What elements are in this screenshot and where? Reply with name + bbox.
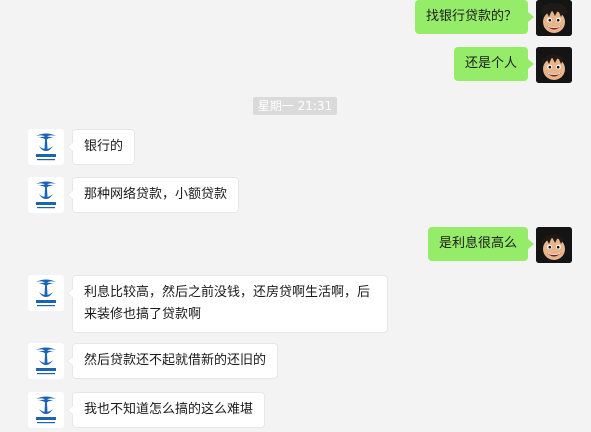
message-row: 然后贷款还不起就借新的还旧的 [0, 343, 591, 379]
anime-face-icon [536, 227, 572, 263]
message-row: 利息比较高，然后之前没钱，还房贷啊生活啊，后来装修也搞了贷款啊 [0, 275, 591, 333]
message-bubble-other[interactable]: 利息比较高，然后之前没钱，还房贷啊生活啊，后来装修也搞了贷款啊 [67, 275, 388, 333]
message-bubble-self[interactable]: 找银行贷款的？ [414, 0, 535, 34]
message-text: 我也不知道怎么搞的这么难堪 [84, 402, 254, 417]
message-text: 利息比较高，然后之前没钱，还房贷啊生活啊，后来装修也搞了贷款啊 [84, 285, 371, 322]
anime-face-icon [536, 0, 572, 36]
china-telecom-logo-icon [28, 343, 64, 379]
timestamp: 星期一 21:31 [252, 97, 338, 115]
message-text: 是利息很高么 [438, 236, 517, 251]
message-text: 还是个人 [464, 56, 517, 71]
anime-face-icon [536, 47, 572, 83]
anime-avatar[interactable] [536, 227, 572, 263]
message-row: 找银行贷款的？ [0, 0, 591, 36]
china-telecom-avatar[interactable] [28, 343, 64, 379]
message-text: 那种网络贷款，小额贷款 [84, 187, 228, 202]
message-row: 银行的 [0, 129, 591, 165]
timestamp-row: 星期一 21:31 [0, 97, 591, 115]
china-telecom-logo-icon [28, 177, 64, 213]
china-telecom-avatar[interactable] [28, 177, 64, 213]
message-bubble-other[interactable]: 我也不知道怎么搞的这么难堪 [66, 392, 266, 428]
message-text: 然后贷款还不起就借新的还旧的 [84, 353, 267, 368]
message-bubble-other[interactable]: 那种网络贷款，小额贷款 [66, 177, 240, 213]
message-bubble-other[interactable]: 然后贷款还不起就借新的还旧的 [66, 343, 279, 379]
message-row: 是利息很高么 [0, 227, 591, 263]
china-telecom-avatar[interactable] [28, 392, 64, 428]
message-text: 银行的 [84, 139, 124, 154]
chat-message-area[interactable]: 找银行贷款的？ 还是个人 星期一 21:31 银行的 那种网络贷款，小额贷款 是… [0, 0, 591, 432]
message-row: 还是个人 [0, 47, 591, 83]
message-row: 我也不知道怎么搞的这么难堪 [0, 392, 591, 428]
china-telecom-logo-icon [28, 275, 64, 311]
anime-avatar[interactable] [536, 0, 572, 36]
china-telecom-logo-icon [28, 129, 64, 165]
china-telecom-avatar[interactable] [28, 275, 64, 311]
message-bubble-other[interactable]: 银行的 [66, 129, 136, 165]
china-telecom-logo-icon [28, 392, 64, 428]
message-bubble-self[interactable]: 是利息很高么 [427, 227, 535, 261]
message-text: 找银行贷款的？ [425, 9, 517, 24]
message-row: 那种网络贷款，小额贷款 [0, 177, 591, 213]
anime-avatar[interactable] [536, 47, 572, 83]
message-bubble-self[interactable]: 还是个人 [453, 47, 535, 81]
china-telecom-avatar[interactable] [28, 129, 64, 165]
